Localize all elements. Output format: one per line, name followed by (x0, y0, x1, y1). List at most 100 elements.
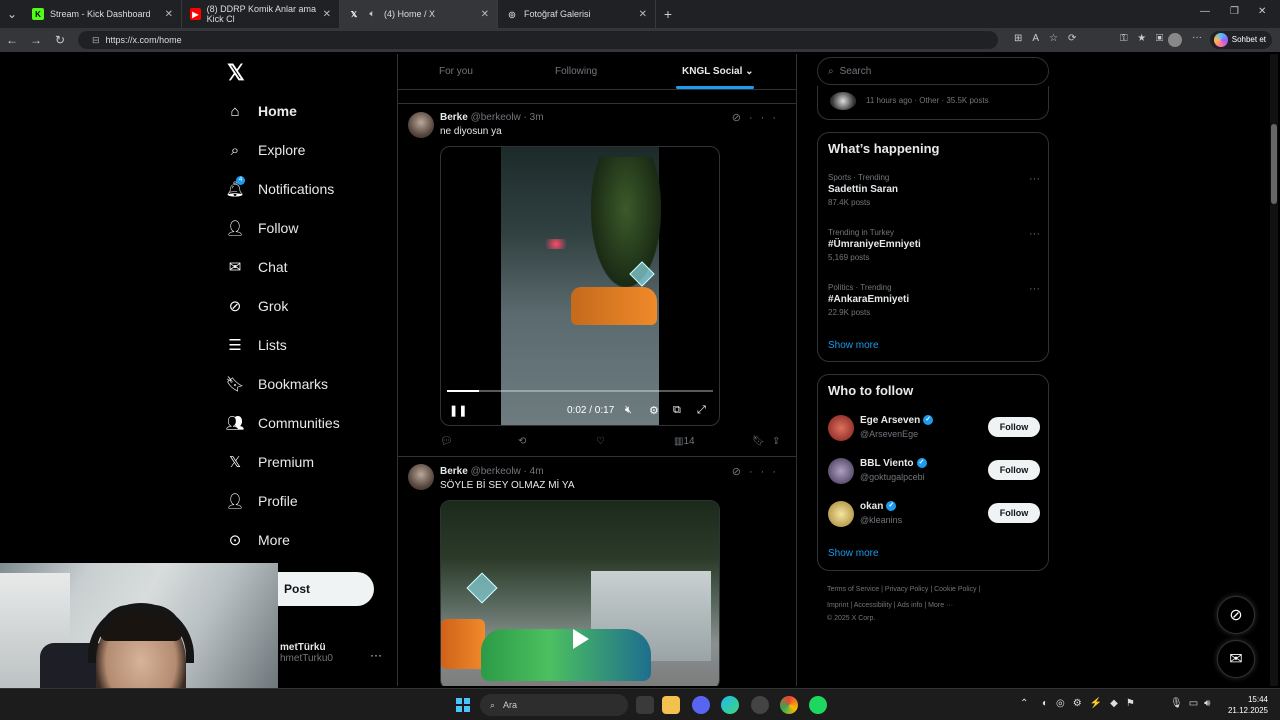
tab-gallery[interactable]: ◎ Fotoğraf Galerisi ✕ (498, 0, 656, 28)
tweet-time[interactable]: · 3m (524, 112, 544, 123)
account-switcher[interactable]: metTürkü hmetTurku0 (280, 642, 333, 664)
trend-item[interactable]: Sports · Trending Sadettin Saran 87.4K p… (828, 173, 1040, 207)
show-more-link[interactable]: Show more (828, 340, 879, 351)
trend-item[interactable]: Trending in Turkey #ÜmraniyeEmniyeti 5,1… (828, 228, 1040, 262)
spotify-icon[interactable] (809, 696, 827, 714)
follow-suggestion[interactable]: BBL Viento ✓ @goktugalpcebi Follow (828, 456, 1040, 486)
app-icon[interactable] (751, 696, 769, 714)
avatar[interactable] (408, 464, 434, 490)
follow-button[interactable]: Follow (988, 417, 1040, 437)
previous-trend-card[interactable]: 11 hours ago · Other · 35.5K posts (817, 86, 1049, 120)
messages-float-button[interactable]: ✉ (1217, 640, 1255, 678)
share-icon[interactable]: ⇪ (772, 436, 780, 447)
window-close-icon[interactable]: ✕ (1258, 6, 1266, 17)
like-icon[interactable]: ♡ (596, 436, 605, 447)
search-input[interactable]: ⌕ Search (817, 57, 1049, 85)
show-more-link[interactable]: Show more (828, 548, 879, 559)
tab-kngl-social[interactable]: KNGL Social ⌄ (682, 66, 754, 77)
more-icon[interactable]: ··· (1029, 173, 1040, 185)
minimize-icon[interactable]: — (1200, 6, 1210, 17)
maximize-icon[interactable]: ❐ (1230, 6, 1239, 17)
tray-icons[interactable]: ◐◎⚙⚡◆⚑ (1042, 698, 1143, 709)
fullscreen-icon[interactable]: ⤢ (697, 404, 706, 417)
avatar[interactable] (828, 415, 854, 441)
pip-icon[interactable]: ⧉ (673, 404, 681, 417)
back-icon[interactable]: ← (0, 33, 24, 47)
url-field[interactable]: ⊟ https://x.com/home (78, 31, 998, 49)
sidebar-item-communities[interactable]: 👥︎ Communities (225, 414, 339, 432)
scrollbar-thumb[interactable] (1271, 124, 1277, 204)
tab-menu-icon[interactable]: ⌄ (0, 7, 24, 21)
tweet[interactable]: Berke @berkeolw · 3m ⊘··· ne diyosun ya … (398, 106, 796, 456)
sidebar-item-notifications[interactable]: 🔔︎ 4 Notifications (225, 176, 334, 198)
author-handle[interactable]: @berkeolw (471, 112, 521, 123)
edge-icon[interactable] (721, 696, 739, 714)
avatar[interactable] (828, 501, 854, 527)
discord-icon[interactable] (692, 696, 710, 714)
more-icon[interactable]: ··· (1029, 283, 1040, 295)
close-icon[interactable]: ✕ (481, 9, 489, 20)
more-icon[interactable]: ··· (1029, 228, 1040, 240)
retweet-icon[interactable]: ⟲ (518, 436, 526, 447)
play-icon[interactable] (573, 629, 589, 649)
trend-item[interactable]: Politics · Trending #AnkaraEmniyeti 22.9… (828, 283, 1040, 317)
grok-icon[interactable]: ⊘ (732, 112, 749, 124)
task-view-icon[interactable] (636, 696, 654, 714)
taskbar-search[interactable]: ⌕ Ara (480, 694, 628, 716)
scrollbar[interactable] (1270, 54, 1278, 686)
settings-icon[interactable]: ⚙ (649, 404, 659, 417)
extension-icons[interactable]: ⚿★▣ (1120, 33, 1173, 44)
grok-icon[interactable]: ⊘ (732, 466, 749, 478)
video-player[interactable]: ❚❚ 0:02 / 0:17 🔇︎ ⚙ ⧉ ⤢ (440, 146, 720, 426)
more-icon[interactable]: ··· (1192, 32, 1202, 43)
tweet-time[interactable]: · 4m (524, 466, 544, 477)
sidebar-item-premium[interactable]: 𝕏 Premium (226, 453, 314, 471)
follow-suggestion[interactable]: okan ✓ @kleanins Follow (828, 499, 1040, 529)
author-handle[interactable]: @berkeolw (471, 466, 521, 477)
author-name[interactable]: Berke (440, 112, 468, 123)
tab-kick[interactable]: K Stream - Kick Dashboard ✕ (24, 0, 182, 28)
tray-expand-icon[interactable]: ⌃ (1020, 698, 1028, 709)
sidebar-item-grok[interactable]: ⊘ Grok (226, 297, 289, 315)
follow-button[interactable]: Follow (988, 460, 1040, 480)
tweet[interactable]: Berke @berkeolw · 4m ⊘··· SÖYLE Bİ SEY O… (398, 458, 796, 686)
tab-youtube[interactable]: ▶ (8) DDRP Komik Anlar ama Kick Cl ✕ (182, 0, 340, 28)
reload-icon[interactable]: ↻ (48, 33, 72, 47)
account-more-icon[interactable]: ··· (370, 648, 382, 662)
tab-for-you[interactable]: For you (439, 66, 473, 77)
close-icon[interactable]: ✕ (323, 9, 331, 20)
close-icon[interactable]: ✕ (165, 9, 173, 20)
x-logo-icon[interactable]: 𝕏 (227, 60, 245, 86)
windows-start-icon[interactable] (456, 698, 470, 712)
sidebar-item-bookmarks[interactable]: 🔖︎ Bookmarks (225, 375, 328, 393)
more-icon[interactable]: ··· (749, 466, 784, 478)
tab-x-home[interactable]: 𝕏 🔈︎ (4) Home / X ✕ (340, 0, 498, 28)
close-icon[interactable]: ✕ (639, 9, 647, 20)
more-icon[interactable]: ··· (749, 112, 784, 124)
tweet-menu[interactable]: ⊘··· (732, 111, 784, 124)
footer-links[interactable]: Terms of Service | Privacy Policy | Cook… (827, 586, 980, 593)
footer-links[interactable]: Imprint | Accessibility | Ads info | Mor… (827, 602, 953, 609)
bookmark-icon[interactable]: 🔖︎ (752, 436, 765, 447)
tab-following[interactable]: Following (555, 66, 597, 77)
tweet-menu[interactable]: ⊘··· (732, 465, 784, 478)
sidebar-item-profile[interactable]: 👤︎ Profile (225, 492, 297, 510)
views-icon[interactable]: ▥ 14 (674, 436, 695, 447)
toolbar-icons[interactable]: ⊞A☆⟳ (1014, 33, 1086, 44)
sidebar-item-explore[interactable]: ⌕ Explore (226, 141, 306, 159)
file-explorer-icon[interactable] (662, 696, 680, 714)
site-info-icon[interactable]: ⊟ (92, 35, 100, 46)
grok-float-button[interactable]: ⊘ (1217, 596, 1255, 634)
system-icons[interactable]: 🎙︎▭🔊︎ (1170, 698, 1216, 709)
reply-icon[interactable]: 💬︎ (440, 436, 453, 447)
follow-suggestion[interactable]: Ege Arseven ✓ @ArsevenEge Follow (828, 413, 1040, 443)
pause-icon[interactable]: ❚❚ (449, 404, 467, 417)
follow-button[interactable]: Follow (988, 503, 1040, 523)
video-progress-bar[interactable] (447, 390, 713, 392)
new-tab-icon[interactable]: + (656, 6, 680, 22)
copilot-chat-button[interactable]: Sohbet et (1209, 31, 1272, 49)
sidebar-item-lists[interactable]: ☰ Lists (226, 336, 287, 354)
sidebar-item-follow[interactable]: 👤︎ Follow (225, 219, 298, 237)
mute-icon[interactable]: 🔇︎ (625, 404, 632, 417)
avatar[interactable] (1168, 33, 1182, 47)
